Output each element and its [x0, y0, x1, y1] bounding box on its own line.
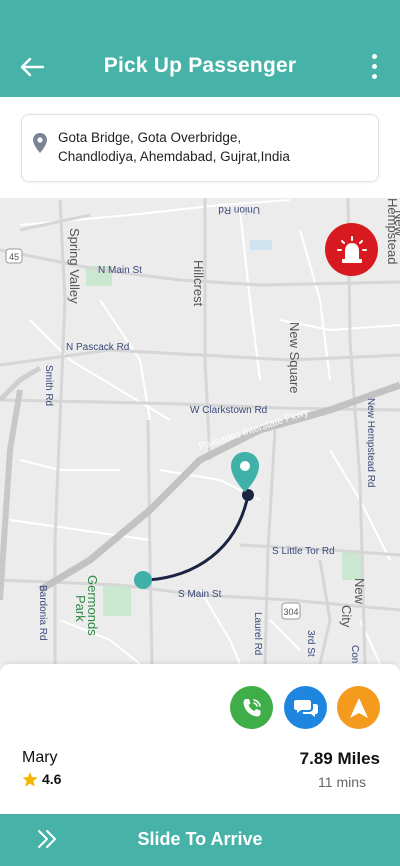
slide-to-arrive-slider[interactable]: Slide To Arrive: [0, 814, 400, 866]
page-title: Pick Up Passenger: [103, 54, 297, 77]
more-vertical-icon: [371, 53, 377, 59]
map-label-hillcrest: Hillcrest: [191, 260, 206, 307]
map-label-spring-valley: Spring Valley: [67, 228, 82, 304]
trip-distance: 7.89 Miles: [299, 749, 380, 768]
driver-location-dot: [134, 571, 152, 589]
map-label-smith-rd: Smith Rd: [43, 365, 54, 406]
map-label-3rd-st: 3rd St: [305, 630, 316, 657]
more-options-button[interactable]: [362, 48, 386, 84]
water-area: [250, 240, 272, 250]
star-icon: [22, 771, 38, 786]
slider-label: Slide To Arrive: [137, 829, 263, 849]
passenger-name: Mary: [22, 749, 58, 766]
address-line-2: Chandlodiya, Ahemdabad, Gujrat,India: [58, 149, 290, 164]
pickup-address-section: Gota Bridge, Gota Overbridge, Chandlodiy…: [0, 97, 400, 198]
map-label-new-top: New: [392, 210, 400, 237]
phone-icon: [243, 698, 261, 716]
map-label-s-main-st: S Main St: [178, 589, 222, 600]
map-label-park: Park: [73, 595, 88, 622]
map-label-laurel-rd: Laurel Rd: [252, 612, 263, 655]
map-label-bardonia-rd: Bardonia Rd: [37, 585, 48, 641]
route-304-label: 304: [283, 607, 298, 617]
call-button[interactable]: [230, 686, 273, 729]
app-screen: Pick Up Passenger Gota Bridge, Gota Over…: [0, 0, 400, 866]
navigation-arrow-icon: [349, 697, 368, 718]
map-label-new-hempstead-rd: New Hempstead Rd: [365, 398, 376, 487]
map-label-n-main-st: N Main St: [98, 265, 142, 276]
pickup-point-dot: [242, 489, 254, 501]
location-pin-icon: [33, 133, 47, 153]
map-label-new-city-1: New: [352, 578, 367, 605]
map-view[interactable]: 45 304 Union Rd N Main St N Pascack Rd W…: [0, 198, 400, 664]
map-label-union-rd: Union Rd: [218, 204, 260, 215]
germonds-park-area: [103, 586, 131, 616]
map-label-n-pascack-rd: N Pascack Rd: [66, 342, 129, 353]
chat-button[interactable]: [284, 686, 327, 729]
pickup-address-text: Gota Bridge, Gota Overbridge, Chandlodiy…: [58, 128, 368, 166]
ride-info-panel: Mary 4.6 7.89 Miles 11 mins: [0, 664, 400, 814]
map-label-w-clarkstown-rd: W Clarkstown Rd: [190, 405, 267, 416]
map-label-s-little-tor-rd: S Little Tor Rd: [272, 546, 335, 557]
siren-icon: [336, 235, 367, 263]
trip-eta: 11 mins: [318, 774, 366, 790]
route-45-label: 45: [9, 252, 19, 262]
passenger-rating: 4.6: [22, 771, 61, 787]
map-label-con: Con: [349, 645, 360, 663]
top-bar: Pick Up Passenger: [0, 0, 400, 97]
pickup-address-card[interactable]: Gota Bridge, Gota Overbridge, Chandlodiy…: [21, 114, 379, 182]
navigate-button[interactable]: [337, 686, 380, 729]
chat-bubbles-icon: [293, 699, 318, 717]
map-label-new-square: New Square: [287, 322, 302, 394]
map-label-new-city-2: City: [339, 605, 354, 628]
rating-value: 4.6: [42, 771, 62, 787]
address-line-1: Gota Bridge, Gota Overbridge,: [58, 130, 242, 145]
sos-alarm-button[interactable]: [325, 223, 378, 276]
